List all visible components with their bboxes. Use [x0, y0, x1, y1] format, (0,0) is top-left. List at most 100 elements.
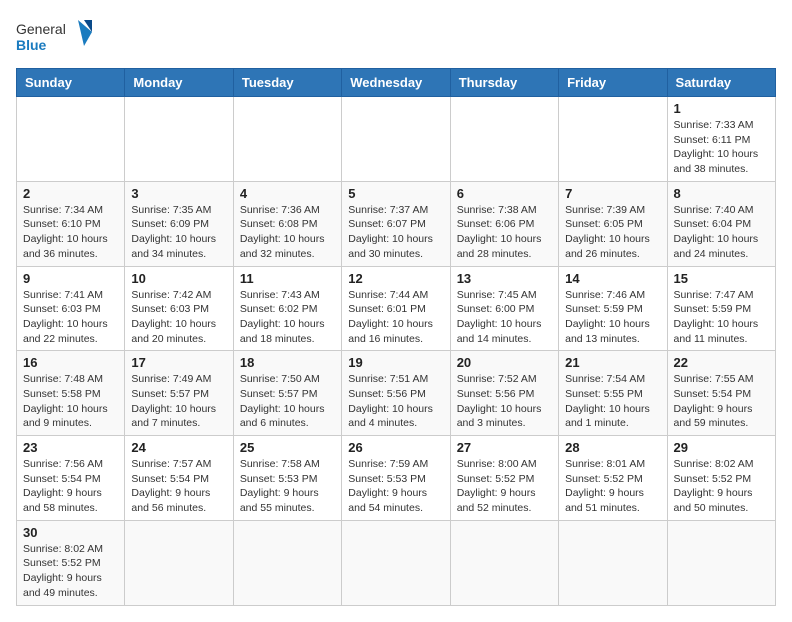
day-number: 30	[23, 525, 118, 540]
calendar-cell: 9Sunrise: 7:41 AM Sunset: 6:03 PM Daylig…	[17, 266, 125, 351]
weekday-header-wednesday: Wednesday	[342, 69, 450, 97]
day-info: Sunrise: 7:41 AM Sunset: 6:03 PM Dayligh…	[23, 288, 118, 347]
day-number: 5	[348, 186, 443, 201]
calendar-cell	[233, 520, 341, 605]
calendar-week-row: 23 Sunrise: 7:56 AM Sunset: 5:54 PM Dayli…	[17, 436, 776, 521]
day-info: Sunrise: 7:47 AM Sunset: 5:59 PM Dayligh…	[674, 288, 769, 347]
calendar-cell	[342, 97, 450, 182]
calendar-cell	[125, 520, 233, 605]
day-number: 17	[131, 355, 226, 370]
calendar-cell: 21 Sunrise: 7:54 AM Sunset: 5:55 PM Dayli…	[559, 351, 667, 436]
day-info: Sunrise: 7:58 AM Sunset: 5:53 PM Dayligh…	[240, 457, 335, 516]
day-info: Sunrise: 8:02 AM Sunset: 5:52 PM Dayligh…	[23, 542, 118, 601]
calendar-cell: 16 Sunrise: 7:48 AM Sunset: 5:58 PM Dayli…	[17, 351, 125, 436]
calendar-week-row: 1Sunrise: 7:33 AM Sunset: 6:11 PM Daylig…	[17, 97, 776, 182]
day-number: 16	[23, 355, 118, 370]
calendar-cell: 19 Sunrise: 7:51 AM Sunset: 5:56 PM Dayli…	[342, 351, 450, 436]
day-number: 7	[565, 186, 660, 201]
day-info: Sunrise: 7:48 AM Sunset: 5:58 PM Dayligh…	[23, 372, 118, 431]
day-number: 22	[674, 355, 769, 370]
calendar-cell: 28 Sunrise: 8:01 AM Sunset: 5:52 PM Dayli…	[559, 436, 667, 521]
svg-text:Blue: Blue	[16, 37, 47, 53]
calendar-cell: 14 Sunrise: 7:46 AM Sunset: 5:59 PM Dayli…	[559, 266, 667, 351]
weekday-header-saturday: Saturday	[667, 69, 775, 97]
day-info: Sunrise: 8:00 AM Sunset: 5:52 PM Dayligh…	[457, 457, 552, 516]
day-number: 12	[348, 271, 443, 286]
calendar-cell	[559, 97, 667, 182]
day-info: Sunrise: 7:46 AM Sunset: 5:59 PM Dayligh…	[565, 288, 660, 347]
calendar-cell: 2Sunrise: 7:34 AM Sunset: 6:10 PM Daylig…	[17, 181, 125, 266]
logo: General Blue	[16, 16, 96, 60]
day-info: Sunrise: 7:56 AM Sunset: 5:54 PM Dayligh…	[23, 457, 118, 516]
calendar-cell	[667, 520, 775, 605]
weekday-header-thursday: Thursday	[450, 69, 558, 97]
calendar-cell	[342, 520, 450, 605]
calendar-cell: 8Sunrise: 7:40 AM Sunset: 6:04 PM Daylig…	[667, 181, 775, 266]
calendar-cell: 22 Sunrise: 7:55 AM Sunset: 5:54 PM Dayli…	[667, 351, 775, 436]
calendar-cell: 25 Sunrise: 7:58 AM Sunset: 5:53 PM Dayli…	[233, 436, 341, 521]
day-info: Sunrise: 7:50 AM Sunset: 5:57 PM Dayligh…	[240, 372, 335, 431]
day-number: 21	[565, 355, 660, 370]
day-number: 11	[240, 271, 335, 286]
day-number: 19	[348, 355, 443, 370]
svg-text:General: General	[16, 21, 66, 37]
day-number: 27	[457, 440, 552, 455]
day-number: 18	[240, 355, 335, 370]
day-number: 10	[131, 271, 226, 286]
day-info: Sunrise: 7:43 AM Sunset: 6:02 PM Dayligh…	[240, 288, 335, 347]
day-info: Sunrise: 7:55 AM Sunset: 5:54 PM Dayligh…	[674, 372, 769, 431]
day-number: 25	[240, 440, 335, 455]
calendar-cell: 1Sunrise: 7:33 AM Sunset: 6:11 PM Daylig…	[667, 97, 775, 182]
calendar-cell: 15 Sunrise: 7:47 AM Sunset: 5:59 PM Dayli…	[667, 266, 775, 351]
calendar-cell	[17, 97, 125, 182]
day-number: 20	[457, 355, 552, 370]
day-number: 24	[131, 440, 226, 455]
calendar-cell	[559, 520, 667, 605]
calendar-cell: 12 Sunrise: 7:44 AM Sunset: 6:01 PM Dayli…	[342, 266, 450, 351]
day-number: 26	[348, 440, 443, 455]
day-info: Sunrise: 7:33 AM Sunset: 6:11 PM Dayligh…	[674, 118, 769, 177]
calendar-cell: 13Sunrise: 7:45 AM Sunset: 6:00 PM Dayli…	[450, 266, 558, 351]
day-info: Sunrise: 7:36 AM Sunset: 6:08 PM Dayligh…	[240, 203, 335, 262]
calendar-cell: 10 Sunrise: 7:42 AM Sunset: 6:03 PM Dayli…	[125, 266, 233, 351]
day-number: 3	[131, 186, 226, 201]
day-info: Sunrise: 7:38 AM Sunset: 6:06 PM Dayligh…	[457, 203, 552, 262]
weekday-header-row: SundayMondayTuesdayWednesdayThursdayFrid…	[17, 69, 776, 97]
calendar-cell: 24 Sunrise: 7:57 AM Sunset: 5:54 PM Dayli…	[125, 436, 233, 521]
calendar-week-row: 30 Sunrise: 8:02 AM Sunset: 5:52 PM Dayli…	[17, 520, 776, 605]
day-info: Sunrise: 7:52 AM Sunset: 5:56 PM Dayligh…	[457, 372, 552, 431]
day-number: 15	[674, 271, 769, 286]
calendar-cell: 18 Sunrise: 7:50 AM Sunset: 5:57 PM Dayli…	[233, 351, 341, 436]
calendar-cell: 3 Sunrise: 7:35 AM Sunset: 6:09 PM Daylig…	[125, 181, 233, 266]
calendar-cell: 29Sunrise: 8:02 AM Sunset: 5:52 PM Dayli…	[667, 436, 775, 521]
calendar-cell: 30 Sunrise: 8:02 AM Sunset: 5:52 PM Dayli…	[17, 520, 125, 605]
day-number: 28	[565, 440, 660, 455]
day-info: Sunrise: 7:39 AM Sunset: 6:05 PM Dayligh…	[565, 203, 660, 262]
calendar-cell: 6 Sunrise: 7:38 AM Sunset: 6:06 PM Daylig…	[450, 181, 558, 266]
day-number: 23	[23, 440, 118, 455]
calendar-cell	[233, 97, 341, 182]
day-info: Sunrise: 7:40 AM Sunset: 6:04 PM Dayligh…	[674, 203, 769, 262]
calendar-week-row: 9Sunrise: 7:41 AM Sunset: 6:03 PM Daylig…	[17, 266, 776, 351]
day-info: Sunrise: 8:02 AM Sunset: 5:52 PM Dayligh…	[674, 457, 769, 516]
day-info: Sunrise: 7:44 AM Sunset: 6:01 PM Dayligh…	[348, 288, 443, 347]
weekday-header-monday: Monday	[125, 69, 233, 97]
header: General Blue	[16, 16, 776, 60]
calendar-cell: 7 Sunrise: 7:39 AM Sunset: 6:05 PM Daylig…	[559, 181, 667, 266]
day-info: Sunrise: 8:01 AM Sunset: 5:52 PM Dayligh…	[565, 457, 660, 516]
day-info: Sunrise: 7:54 AM Sunset: 5:55 PM Dayligh…	[565, 372, 660, 431]
day-info: Sunrise: 7:42 AM Sunset: 6:03 PM Dayligh…	[131, 288, 226, 347]
logo-svg: General Blue	[16, 16, 96, 60]
day-info: Sunrise: 7:35 AM Sunset: 6:09 PM Dayligh…	[131, 203, 226, 262]
day-info: Sunrise: 7:59 AM Sunset: 5:53 PM Dayligh…	[348, 457, 443, 516]
calendar-cell	[450, 520, 558, 605]
calendar-cell: 23 Sunrise: 7:56 AM Sunset: 5:54 PM Dayli…	[17, 436, 125, 521]
day-number: 14	[565, 271, 660, 286]
day-info: Sunrise: 7:51 AM Sunset: 5:56 PM Dayligh…	[348, 372, 443, 431]
calendar-week-row: 2Sunrise: 7:34 AM Sunset: 6:10 PM Daylig…	[17, 181, 776, 266]
day-number: 6	[457, 186, 552, 201]
calendar-cell: 4Sunrise: 7:36 AM Sunset: 6:08 PM Daylig…	[233, 181, 341, 266]
calendar-cell	[125, 97, 233, 182]
calendar-cell: 17Sunrise: 7:49 AM Sunset: 5:57 PM Dayli…	[125, 351, 233, 436]
day-info: Sunrise: 7:57 AM Sunset: 5:54 PM Dayligh…	[131, 457, 226, 516]
